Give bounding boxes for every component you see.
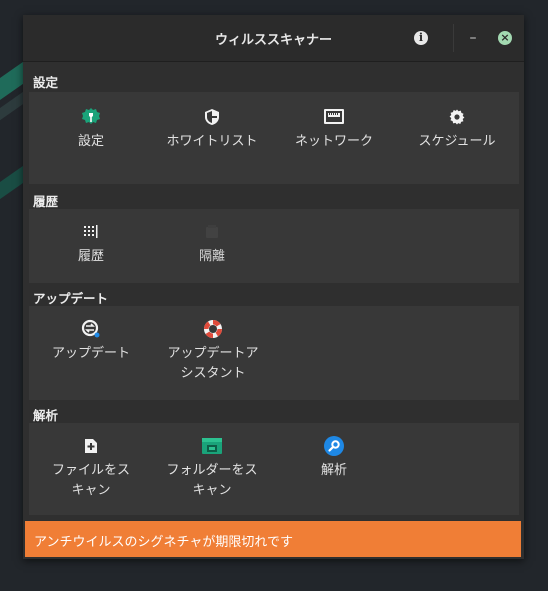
update-assistant-label-line2: シスタント bbox=[180, 366, 246, 381]
wrench-gear-icon bbox=[33, 106, 149, 128]
gear-icon bbox=[399, 106, 515, 128]
settings-item[interactable]: 設定 bbox=[33, 106, 149, 152]
history-item[interactable]: 履歴 bbox=[33, 221, 149, 267]
quarantine-icon bbox=[154, 221, 270, 243]
titlebar-separator bbox=[453, 24, 454, 52]
signature-warning-text: アンチウイルスのシグネチャが期限切れです bbox=[34, 535, 293, 550]
whitelist-item[interactable]: ホワイトリスト bbox=[154, 106, 270, 152]
titlebar: ウィルススキャナー i – × bbox=[23, 15, 524, 62]
update-item[interactable]: アップデート bbox=[33, 318, 149, 364]
virus-scanner-window: ウィルススキャナー i – × 設定 設定 ホワイトリスト ネットワーク スケジ… bbox=[23, 15, 524, 559]
about-button[interactable]: i bbox=[411, 28, 431, 48]
section-label-settings: 設定 bbox=[33, 75, 59, 90]
minimize-button[interactable]: – bbox=[463, 28, 483, 48]
close-icon: × bbox=[498, 31, 512, 45]
folder-icon bbox=[154, 435, 270, 457]
quarantine-item-label: 隔離 bbox=[198, 249, 225, 264]
scan-folder-label-line2: キャン bbox=[192, 483, 232, 498]
section-label-analysis: 解析 bbox=[33, 408, 59, 423]
quarantine-item[interactable]: 隔離 bbox=[154, 221, 270, 267]
network-icon bbox=[276, 106, 392, 128]
analysis-panel: ファイルをス キャン フォルダーをス キャン 解析 bbox=[29, 423, 519, 515]
scan-file-label-line2: キャン bbox=[71, 483, 111, 498]
analysis-item[interactable]: 解析 bbox=[276, 435, 392, 481]
shield-icon bbox=[154, 106, 270, 128]
history-item-label: 履歴 bbox=[77, 249, 104, 264]
scan-file-item[interactable]: ファイルをス キャン bbox=[33, 435, 149, 501]
whitelist-item-label: ホワイトリスト bbox=[166, 134, 258, 149]
scan-folder-label-line1: フォルダーをス bbox=[166, 463, 258, 478]
lifebuoy-icon bbox=[154, 318, 272, 340]
magnifier-icon bbox=[276, 435, 392, 457]
settings-panel: 設定 ホワイトリスト ネットワーク スケジュール bbox=[29, 92, 519, 184]
update-assistant-item[interactable]: アップデートア シスタント bbox=[154, 318, 272, 384]
update-icon bbox=[33, 318, 149, 340]
section-label-history: 履歴 bbox=[33, 194, 59, 209]
info-icon: i bbox=[414, 31, 428, 45]
schedule-item-label: スケジュール bbox=[418, 134, 496, 149]
section-label-update: アップデート bbox=[33, 291, 109, 306]
settings-item-label: 設定 bbox=[77, 134, 104, 149]
window-title: ウィルススキャナー bbox=[214, 33, 332, 48]
analysis-item-label: 解析 bbox=[320, 463, 347, 478]
close-button[interactable]: × bbox=[495, 28, 515, 48]
scan-folder-item[interactable]: フォルダーをス キャン bbox=[154, 435, 270, 501]
schedule-item[interactable]: スケジュール bbox=[399, 106, 515, 152]
update-panel: アップデート アップデートア シスタント bbox=[29, 306, 519, 400]
signature-warning-bar: アンチウイルスのシグネチャが期限切れです bbox=[25, 521, 521, 557]
file-add-icon bbox=[33, 435, 149, 457]
network-item[interactable]: ネットワーク bbox=[276, 106, 392, 152]
update-item-label: アップデート bbox=[51, 346, 130, 361]
update-assistant-label-line1: アップデートア bbox=[167, 346, 259, 361]
network-item-label: ネットワーク bbox=[294, 134, 373, 149]
history-list-icon bbox=[33, 221, 149, 243]
history-panel: 履歴 隔離 bbox=[29, 209, 519, 283]
scan-file-label-line1: ファイルをス bbox=[51, 463, 130, 478]
